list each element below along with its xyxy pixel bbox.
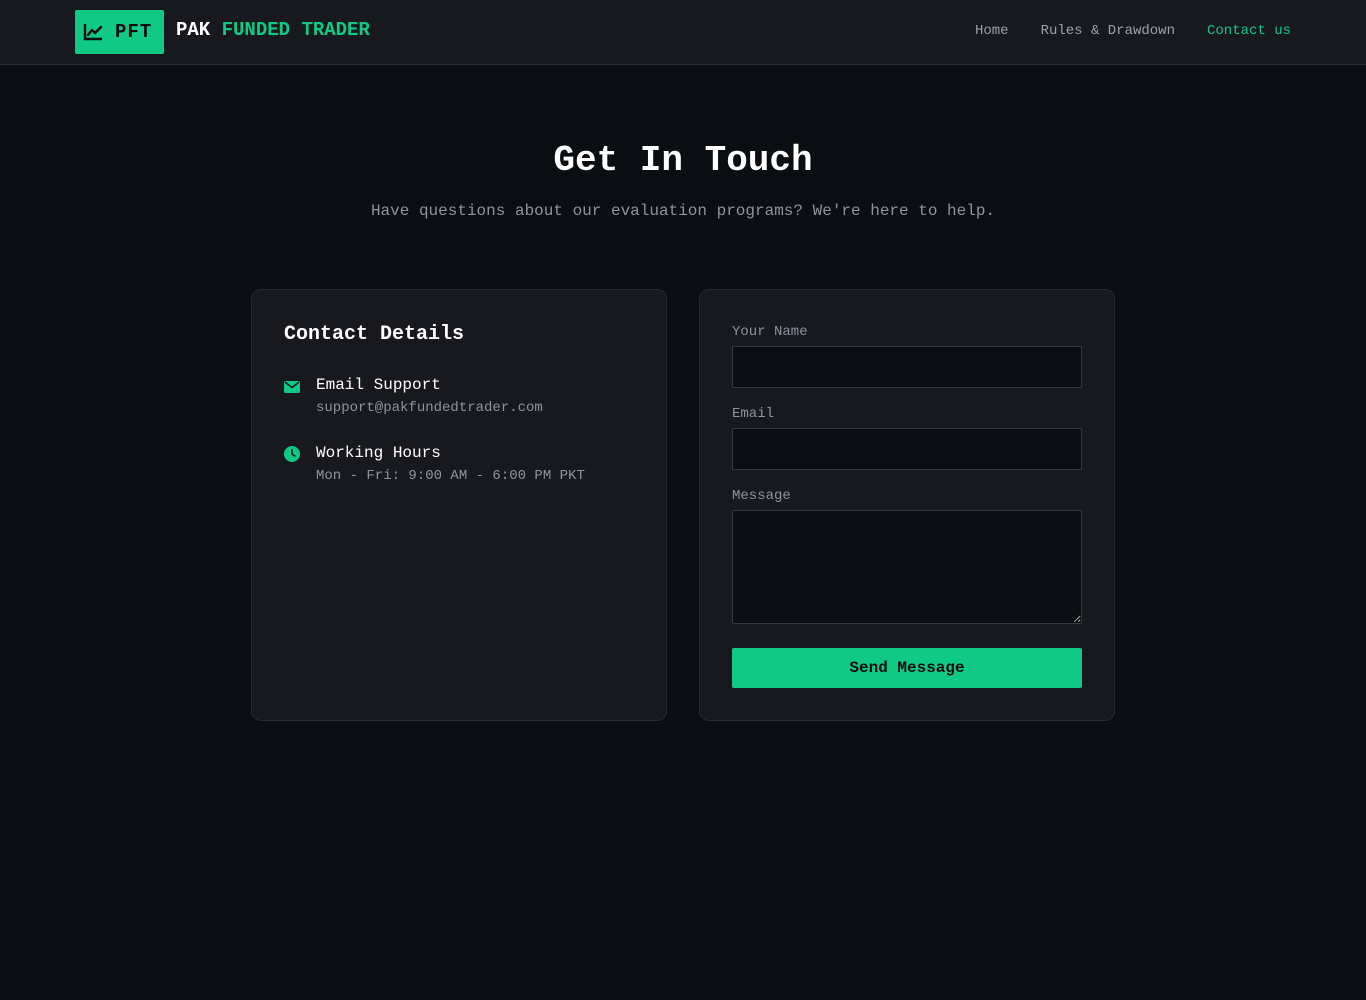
nav-link-rules[interactable]: Rules & Drawdown — [1041, 23, 1175, 39]
logo-abbr: PFT — [115, 21, 153, 43]
message-label: Message — [732, 488, 791, 504]
brand-name[interactable]: PAK FUNDED TRADER — [176, 19, 370, 41]
clock-icon — [284, 446, 300, 462]
brand-part-2: FUNDED TRADER — [221, 19, 370, 41]
nav-link-contact[interactable]: Contact us — [1207, 23, 1291, 39]
contact-details-card: Contact Details Email Support support@pa… — [251, 289, 667, 721]
working-hours-title: Working Hours — [316, 444, 441, 462]
logo[interactable]: PFT — [75, 10, 164, 54]
nav-links: Home Rules & Drawdown Contact us — [975, 23, 1291, 39]
brand-part-1: PAK — [176, 19, 211, 41]
email-support-title: Email Support — [316, 376, 441, 394]
working-hours-value: Mon - Fri: 9:00 AM - 6:00 PM PKT — [316, 468, 585, 484]
page-subtitle: Have questions about our evaluation prog… — [370, 202, 996, 220]
page-title: Get In Touch — [553, 140, 813, 181]
email-label: Email — [732, 406, 775, 422]
nav-link-home[interactable]: Home — [975, 23, 1009, 39]
envelope-icon — [284, 381, 300, 393]
email-support-value[interactable]: support@pakfundedtrader.com — [316, 400, 543, 416]
name-input[interactable] — [732, 346, 1082, 388]
chart-line-icon — [83, 24, 103, 41]
name-label: Your Name — [732, 324, 808, 340]
send-message-button[interactable]: Send Message — [732, 648, 1082, 688]
message-textarea[interactable] — [732, 510, 1082, 624]
contact-details-title: Contact Details — [284, 323, 465, 346]
contact-form-card: Your Name Email Message Send Message — [699, 289, 1115, 721]
email-input[interactable] — [732, 428, 1082, 470]
navbar: PFT PAK FUNDED TRADER Home Rules & Drawd… — [0, 0, 1366, 65]
